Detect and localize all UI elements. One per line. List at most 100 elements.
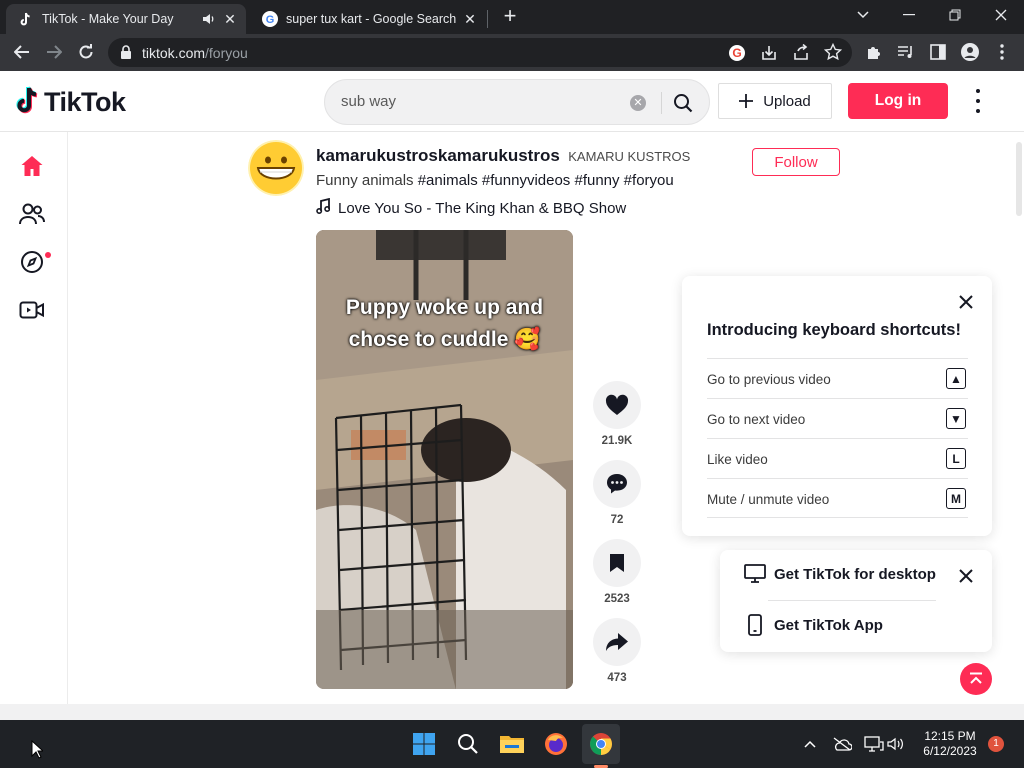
shortcut-row: Go to next video ▼ (707, 398, 968, 438)
search-input[interactable] (341, 93, 621, 110)
browser-tab-strip: TikTok - Make Your Day ✕ G super tux kar… (0, 0, 1024, 34)
heart-icon[interactable] (593, 381, 641, 429)
home-icon[interactable] (18, 152, 46, 180)
share-icon[interactable] (792, 43, 810, 67)
forward-icon[interactable] (42, 40, 66, 64)
extensions-icon[interactable] (862, 40, 886, 64)
restore-icon[interactable] (932, 0, 978, 30)
speaker-icon[interactable] (200, 11, 218, 27)
close-icon[interactable] (956, 566, 976, 586)
notification-dot (45, 252, 51, 258)
browser-toolbar: tiktok.com/foryou G (0, 34, 1024, 71)
windows-taskbar: 12:15 PM 6/12/2023 1 (0, 720, 1024, 768)
svg-text:G: G (732, 46, 741, 60)
media-control-icon[interactable] (894, 40, 918, 64)
google-lens-icon[interactable]: G (728, 44, 746, 67)
scrollbar-thumb[interactable] (1016, 142, 1022, 216)
description-text: Funny animals (316, 172, 414, 189)
tab-tiktok[interactable]: TikTok - Make Your Day ✕ (6, 4, 246, 34)
side-panel-icon[interactable] (926, 40, 950, 64)
live-icon[interactable] (18, 296, 46, 324)
url-host: tiktok.com (142, 45, 206, 61)
tab-close-icon[interactable]: ✕ (222, 11, 238, 27)
close-window-icon[interactable] (978, 0, 1024, 30)
bookmark-icon[interactable] (593, 539, 641, 587)
more-options-icon[interactable] (968, 89, 988, 113)
close-icon[interactable] (956, 292, 976, 312)
following-icon[interactable] (18, 200, 46, 228)
explore-icon[interactable] (18, 248, 46, 276)
tab-close-icon[interactable]: ✕ (462, 11, 478, 27)
plus-icon (739, 88, 754, 114)
volume-icon[interactable] (880, 728, 912, 760)
divider (768, 600, 936, 601)
windows-start-icon[interactable] (408, 728, 440, 760)
profile-icon[interactable] (958, 40, 982, 64)
clear-search-icon[interactable]: ✕ (630, 95, 646, 111)
horizontal-scrollbar (0, 704, 1024, 720)
m-key-icon: M (946, 488, 966, 509)
address-bar[interactable]: tiktok.com/foryou G (108, 38, 852, 67)
google-favicon-icon: G (262, 11, 278, 27)
comment-count: 72 (610, 514, 624, 526)
upload-label: Upload (763, 92, 811, 110)
reload-icon[interactable] (74, 40, 98, 64)
music-link[interactable]: Love You So - The King Khan & BBQ Show (316, 197, 626, 218)
share-count: 473 (607, 672, 627, 684)
login-button[interactable]: Log in (848, 83, 948, 119)
caption-line-2: chose to cuddle 🥰 (348, 328, 541, 351)
hashtags[interactable]: #animals #funnyvideos #funny #foryou (418, 172, 674, 189)
tiktok-logo-text[interactable]: TikTok (44, 87, 126, 118)
bookmark-star-icon[interactable] (823, 42, 843, 66)
like-action: 21.9K (593, 381, 641, 447)
comment-icon[interactable] (593, 460, 641, 508)
tiktok-header: TikTok ✕ Upload Log in (0, 71, 1024, 132)
notification-badge[interactable]: 1 (988, 736, 1004, 752)
shortcut-label: Go to next video (707, 412, 806, 427)
get-app-panel: Get TikTok for desktop Get TikTok App (720, 550, 992, 652)
tab-title: super tux kart - Google Search (286, 12, 457, 26)
monitor-icon (744, 564, 766, 584)
tiktok-favicon-icon (18, 11, 34, 27)
arrow-down-key-icon: ▼ (946, 408, 966, 429)
search-icon[interactable] (669, 90, 697, 116)
author-nickname[interactable]: KAMARU KUSTROS (568, 149, 690, 164)
shortcut-label: Like video (707, 452, 768, 467)
get-desktop-link[interactable]: Get TikTok for desktop (744, 564, 936, 584)
search-bar: ✕ (324, 79, 710, 125)
chrome-menu-icon[interactable] (990, 40, 1014, 64)
onedrive-icon[interactable] (826, 728, 858, 760)
caption-line-1: Puppy woke up and (345, 296, 544, 319)
page-scrollbar[interactable] (1014, 132, 1024, 704)
file-explorer-icon[interactable] (496, 728, 528, 760)
keyboard-shortcuts-panel: Introducing keyboard shortcuts! Go to pr… (682, 276, 992, 536)
get-app-link[interactable]: Get TikTok App (744, 614, 883, 636)
avatar[interactable] (248, 140, 304, 196)
get-app-label: Get TikTok App (774, 616, 883, 634)
taskbar-search-icon[interactable] (452, 728, 484, 760)
firefox-icon[interactable] (540, 728, 572, 760)
tab-google-search[interactable]: G super tux kart - Google Search ✕ (250, 4, 486, 34)
system-clock[interactable]: 12:15 PM 6/12/2023 (912, 729, 988, 759)
upload-button[interactable]: Upload (718, 83, 832, 119)
post-description: Funny animals #animals #funnyvideos #fun… (316, 172, 674, 189)
tab-search-icon[interactable] (840, 0, 886, 30)
show-hidden-icons-icon[interactable] (794, 728, 826, 760)
like-count: 21.9K (601, 435, 633, 447)
video-player[interactable]: Puppy woke up and chose to cuddle 🥰 (316, 230, 573, 689)
install-app-icon[interactable] (760, 44, 778, 67)
scroll-to-top-icon[interactable] (960, 663, 992, 695)
arrow-up-key-icon: ▲ (946, 368, 966, 389)
new-tab-button[interactable]: + (498, 3, 522, 29)
chrome-icon[interactable] (585, 728, 617, 760)
get-desktop-label: Get TikTok for desktop (774, 565, 936, 583)
tiktok-logo-icon[interactable] (16, 86, 42, 121)
lock-icon[interactable] (120, 45, 132, 64)
save-count: 2523 (604, 593, 630, 605)
minimize-icon[interactable] (886, 0, 932, 30)
tab-separator (487, 10, 488, 28)
back-icon[interactable] (10, 40, 34, 64)
follow-button[interactable]: Follow (752, 148, 840, 176)
author-username[interactable]: kamarukustroskamarukustros (316, 146, 560, 165)
share-arrow-icon[interactable] (593, 618, 641, 666)
